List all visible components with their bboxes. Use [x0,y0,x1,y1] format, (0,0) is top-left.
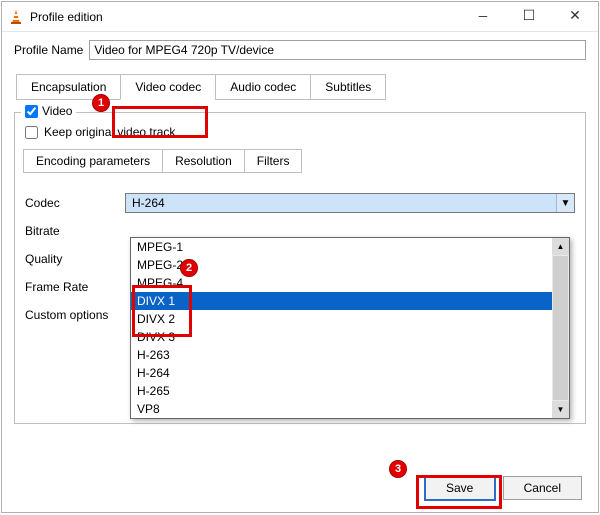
option-divx3[interactable]: DIVX 3 [131,328,552,346]
window-title: Profile edition [30,10,103,24]
footer: Save Cancel [2,466,598,512]
profile-name-row: Profile Name [14,40,586,60]
content-area: Profile Name Encapsulation Video codec A… [2,32,598,466]
keep-original-label: Keep original video track [44,125,175,139]
subtab-encoding[interactable]: Encoding parameters [23,149,162,173]
close-button[interactable]: ✕ [552,2,598,32]
option-divx1[interactable]: DIVX 1 [131,292,552,310]
option-h264[interactable]: H-264 [131,364,552,382]
codec-combo-text: H-264 [126,194,556,212]
profile-name-input[interactable] [89,40,586,60]
option-vp8[interactable]: VP8 [131,400,552,418]
option-h263[interactable]: H-263 [131,346,552,364]
profile-name-label: Profile Name [14,43,83,57]
subtab-resolution[interactable]: Resolution [162,149,244,173]
codec-combo[interactable]: H-264 ▼ [125,193,575,213]
option-mpeg1[interactable]: MPEG-1 [131,238,552,256]
option-divx2[interactable]: DIVX 2 [131,310,552,328]
video-checkbox-label: Video [42,104,72,118]
scroll-down-icon[interactable]: ▼ [552,401,569,418]
custom-label: Custom options [25,308,125,322]
vlc-cone-icon [8,9,24,25]
save-button[interactable]: Save [425,476,495,500]
cancel-button[interactable]: Cancel [503,476,582,500]
tab-audio-codec[interactable]: Audio codec [215,74,310,100]
keep-original-row: Keep original video track [25,125,575,139]
main-tabs: Encapsulation Video codec Audio codec Su… [16,74,586,100]
titlebar: Profile edition — ☐ ✕ [2,2,598,32]
video-checkbox[interactable] [25,105,38,118]
option-h265[interactable]: H-265 [131,382,552,400]
subtab-filters[interactable]: Filters [244,149,303,173]
codec-row: Codec H-264 ▼ [25,189,575,217]
chevron-down-icon[interactable]: ▼ [556,194,574,212]
scroll-thumb[interactable] [553,256,568,400]
maximize-button[interactable]: ☐ [506,2,552,32]
codec-label: Codec [25,196,125,210]
option-mpeg4[interactable]: MPEG-4 [131,274,552,292]
window-buttons: — ☐ ✕ [460,2,598,32]
scroll-up-icon[interactable]: ▲ [552,238,569,255]
tab-encapsulation[interactable]: Encapsulation [16,74,120,100]
framerate-label: Frame Rate [25,280,125,294]
option-mpeg2[interactable]: MPEG-2 [131,256,552,274]
dropdown-items: MPEG-1 MPEG-2 MPEG-4 DIVX 1 DIVX 2 DIVX … [131,238,552,418]
dropdown-scrollbar[interactable]: ▲ ▼ [552,238,569,418]
quality-label: Quality [25,252,125,266]
minimize-button[interactable]: — [460,2,506,32]
codec-dropdown: MPEG-1 MPEG-2 MPEG-4 DIVX 1 DIVX 2 DIVX … [130,237,570,419]
tab-video-codec[interactable]: Video codec [120,74,215,100]
bitrate-label: Bitrate [25,224,125,238]
window: Profile edition — ☐ ✕ Profile Name Encap… [1,1,599,513]
keep-original-checkbox[interactable] [25,126,38,139]
tab-subtitles[interactable]: Subtitles [310,74,386,100]
sub-tabs: Encoding parameters Resolution Filters [23,149,575,173]
video-group-legend: Video [21,104,76,118]
